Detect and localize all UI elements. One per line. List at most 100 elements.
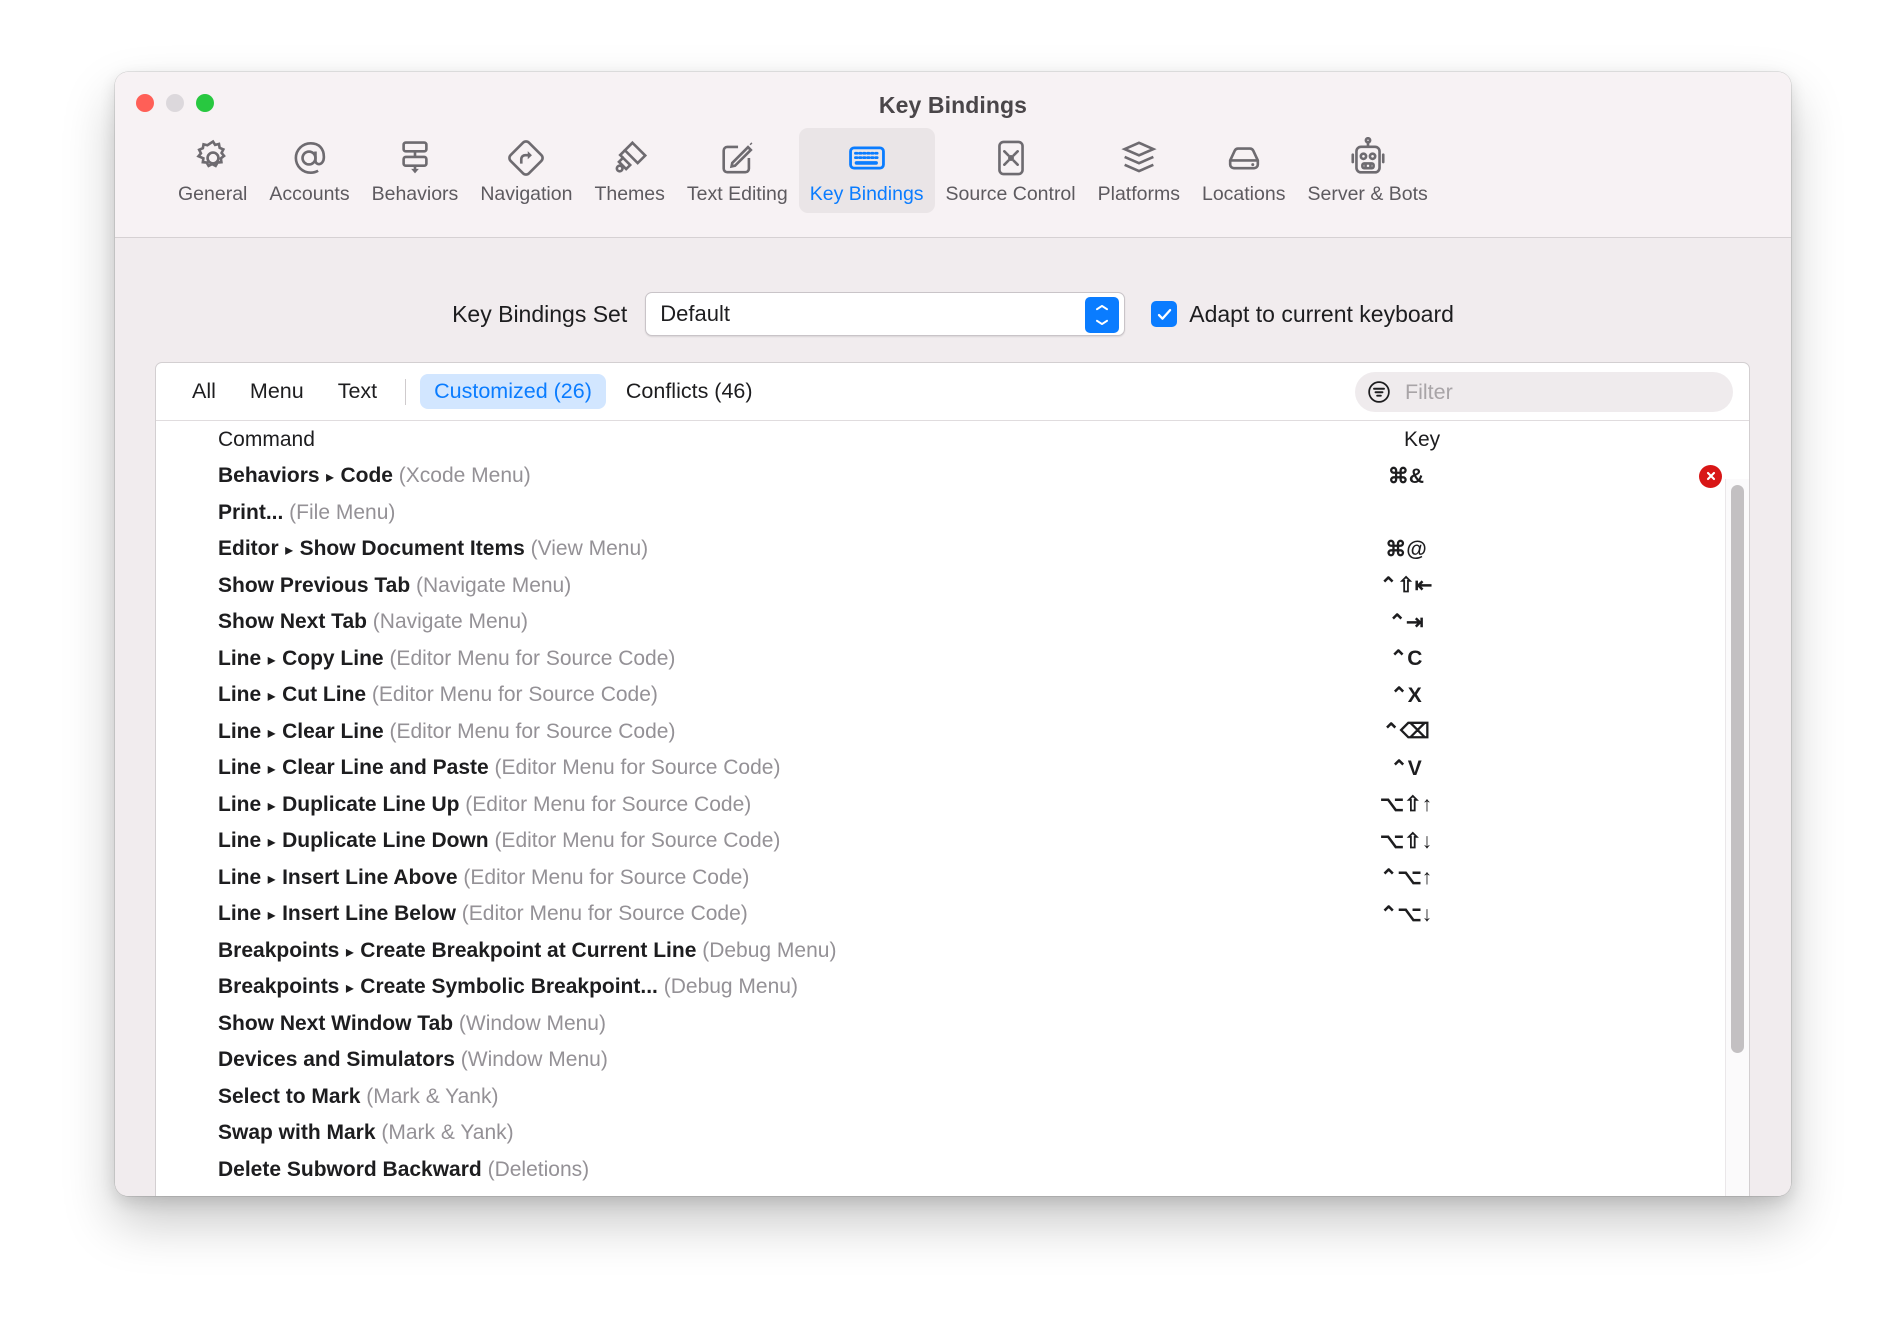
- filter-lines-circle-icon[interactable]: [1366, 379, 1392, 405]
- key-bindings-table-panel: All Menu Text Customized (26) Conflicts …: [155, 362, 1750, 1196]
- tab-text-editing[interactable]: Text Editing: [676, 128, 799, 213]
- table-row[interactable]: Editor ▸ Show Document Items (View Menu)…: [156, 531, 1749, 568]
- key-cell[interactable]: ⌃⇧⇤: [1306, 573, 1506, 598]
- segment-text[interactable]: Text: [324, 374, 391, 409]
- key-cell[interactable]: ⌃C: [1306, 646, 1506, 671]
- table-vertical-scrollbar[interactable]: [1725, 479, 1749, 1196]
- column-header-key[interactable]: Key: [1404, 428, 1440, 452]
- key-cell[interactable]: ⌘&: [1306, 464, 1506, 489]
- tab-platforms[interactable]: Platforms: [1087, 128, 1191, 213]
- tab-label: General: [178, 183, 248, 205]
- command-name: Line: [218, 646, 262, 670]
- key-bindings-set-label: Key Bindings Set: [452, 300, 628, 327]
- key-cell[interactable]: ⌃⌫: [1306, 719, 1506, 744]
- scrollbar-thumb[interactable]: [1731, 485, 1744, 1053]
- table-row[interactable]: Behaviors ▸ Code (Xcode Menu) ⌘&: [156, 458, 1749, 495]
- tab-locations[interactable]: Locations: [1191, 128, 1296, 213]
- command-name: Breakpoints: [218, 975, 340, 999]
- table-row[interactable]: Devices and Simulators (Window Menu): [156, 1042, 1749, 1079]
- filter-search-field[interactable]: Filter: [1355, 372, 1733, 412]
- paintbrush-icon: [609, 137, 651, 179]
- key-cell[interactable]: ⌃V: [1306, 756, 1506, 781]
- table-row[interactable]: Line ▸ Copy Line (Editor Menu for Source…: [156, 641, 1749, 678]
- command-separator-icon: ▸: [263, 870, 281, 888]
- command-scope: (Editor Menu for Source Code): [383, 646, 676, 670]
- key-cell[interactable]: ⌃⌥↓: [1306, 902, 1506, 927]
- tab-source-control[interactable]: Source Control: [935, 128, 1087, 213]
- segment-customized[interactable]: Customized (26): [420, 374, 606, 409]
- command-scope: (Editor Menu for Source Code): [366, 683, 658, 707]
- command-name: Select to Mark: [218, 1084, 361, 1108]
- table-row[interactable]: Line ▸ Duplicate Line Down (Editor Menu …: [156, 823, 1749, 860]
- command-cell: Line ▸ Insert Line Above (Editor Menu fo…: [218, 866, 749, 890]
- command-cell: Show Next Window Tab (Window Menu): [218, 1012, 606, 1036]
- command-cell: Editor ▸ Show Document Items (View Menu): [218, 537, 648, 561]
- command-scope: (Editor Menu for Source Code): [459, 792, 752, 816]
- tab-label: Navigation: [480, 183, 573, 205]
- command-name: Show Next Tab: [218, 610, 367, 634]
- table-row[interactable]: Breakpoints ▸ Create Symbolic Breakpoint…: [156, 969, 1749, 1006]
- table-row[interactable]: Breakpoints ▸ Create Breakpoint at Curre…: [156, 933, 1749, 970]
- command-separator-icon: ▸: [341, 943, 359, 961]
- key-cell[interactable]: ⌘@: [1306, 537, 1506, 562]
- chevron-up-down-icon[interactable]: [1085, 297, 1120, 333]
- command-name: Breakpoints: [218, 938, 340, 962]
- key-cell[interactable]: ⌥⇧↓: [1306, 829, 1506, 854]
- merge-box-icon: [990, 137, 1032, 179]
- command-scope: (Editor Menu for Source Code): [383, 719, 676, 743]
- command-separator-icon: ▸: [263, 907, 281, 925]
- table-row[interactable]: Line ▸ Cut Line (Editor Menu for Source …: [156, 677, 1749, 714]
- table-row[interactable]: Delete Subword Backward (Deletions): [156, 1152, 1749, 1189]
- command-cell: Line ▸ Clear Line and Paste (Editor Menu…: [218, 756, 780, 780]
- table-row[interactable]: Show Next Window Tab (Window Menu): [156, 1006, 1749, 1043]
- table-row[interactable]: Show Next Tab (Navigate Menu) ⌃⇥: [156, 604, 1749, 641]
- column-header-command[interactable]: Command: [218, 428, 315, 452]
- command-name: Line: [218, 792, 262, 816]
- command-separator-icon: ▸: [263, 797, 281, 815]
- tab-navigation[interactable]: Navigation: [469, 128, 583, 213]
- tab-key-bindings[interactable]: Key Bindings: [798, 128, 935, 213]
- key-bindings-table[interactable]: Command Key Behaviors ▸ Code (Xcode Menu…: [156, 421, 1749, 1196]
- tab-behaviors[interactable]: Behaviors: [361, 128, 470, 213]
- table-row[interactable]: Line ▸ Insert Line Below (Editor Menu fo…: [156, 896, 1749, 933]
- command-name: Devices and Simulators: [218, 1048, 455, 1072]
- key-cell[interactable]: ⌃⌥↑: [1306, 865, 1506, 890]
- table-row[interactable]: Line ▸ Insert Line Above (Editor Menu fo…: [156, 860, 1749, 897]
- adapt-to-current-keyboard-row[interactable]: Adapt to current keyboard: [1151, 301, 1454, 328]
- command-name: Behaviors: [218, 464, 320, 488]
- adapt-to-current-keyboard-checkbox[interactable]: [1151, 301, 1178, 327]
- tab-server-and-bots[interactable]: Server & Bots: [1296, 128, 1438, 213]
- command-name: Swap with Mark: [218, 1121, 376, 1145]
- conflict-error-badge[interactable]: [1699, 464, 1722, 488]
- table-row[interactable]: Select to Mark (Mark & Yank): [156, 1079, 1749, 1116]
- key-cell[interactable]: ⌃⇥: [1306, 610, 1506, 635]
- table-row[interactable]: Show Previous Tab (Navigate Menu) ⌃⇧⇤: [156, 568, 1749, 605]
- segment-divider: [405, 378, 407, 405]
- tab-label: Behaviors: [371, 183, 459, 205]
- command-separator-icon: ▸: [341, 980, 359, 998]
- command-subname: Create Breakpoint at Current Line: [360, 938, 697, 962]
- table-filter-bar: All Menu Text Customized (26) Conflicts …: [156, 363, 1749, 421]
- tab-themes[interactable]: Themes: [583, 128, 675, 213]
- command-cell: Show Previous Tab (Navigate Menu): [218, 574, 571, 598]
- segment-all[interactable]: All: [178, 374, 230, 409]
- command-cell: Breakpoints ▸ Create Symbolic Breakpoint…: [218, 975, 798, 999]
- command-name: Line: [218, 683, 262, 707]
- key-bindings-set-dropdown[interactable]: Default: [645, 292, 1126, 336]
- tab-general[interactable]: General: [167, 128, 258, 213]
- command-scope: (View Menu): [524, 537, 649, 561]
- key-cell[interactable]: ⌥⇧↑: [1306, 792, 1506, 817]
- segment-menu[interactable]: Menu: [236, 374, 318, 409]
- command-scope: (Mark & Yank): [360, 1084, 499, 1108]
- table-row[interactable]: Line ▸ Clear Line (Editor Menu for Sourc…: [156, 714, 1749, 751]
- key-bindings-set-row: Key Bindings Set Default Adapt to curren…: [115, 288, 1791, 340]
- command-scope: (Mark & Yank): [375, 1121, 514, 1145]
- table-row[interactable]: Line ▸ Duplicate Line Up (Editor Menu fo…: [156, 787, 1749, 824]
- command-scope: (Deletions): [481, 1157, 590, 1181]
- table-row[interactable]: Swap with Mark (Mark & Yank): [156, 1115, 1749, 1152]
- key-cell[interactable]: ⌃X: [1306, 683, 1506, 708]
- table-row[interactable]: Print... (File Menu): [156, 495, 1749, 532]
- segment-conflicts[interactable]: Conflicts (46): [612, 374, 767, 409]
- tab-accounts[interactable]: Accounts: [258, 128, 360, 213]
- table-row[interactable]: Line ▸ Clear Line and Paste (Editor Menu…: [156, 750, 1749, 787]
